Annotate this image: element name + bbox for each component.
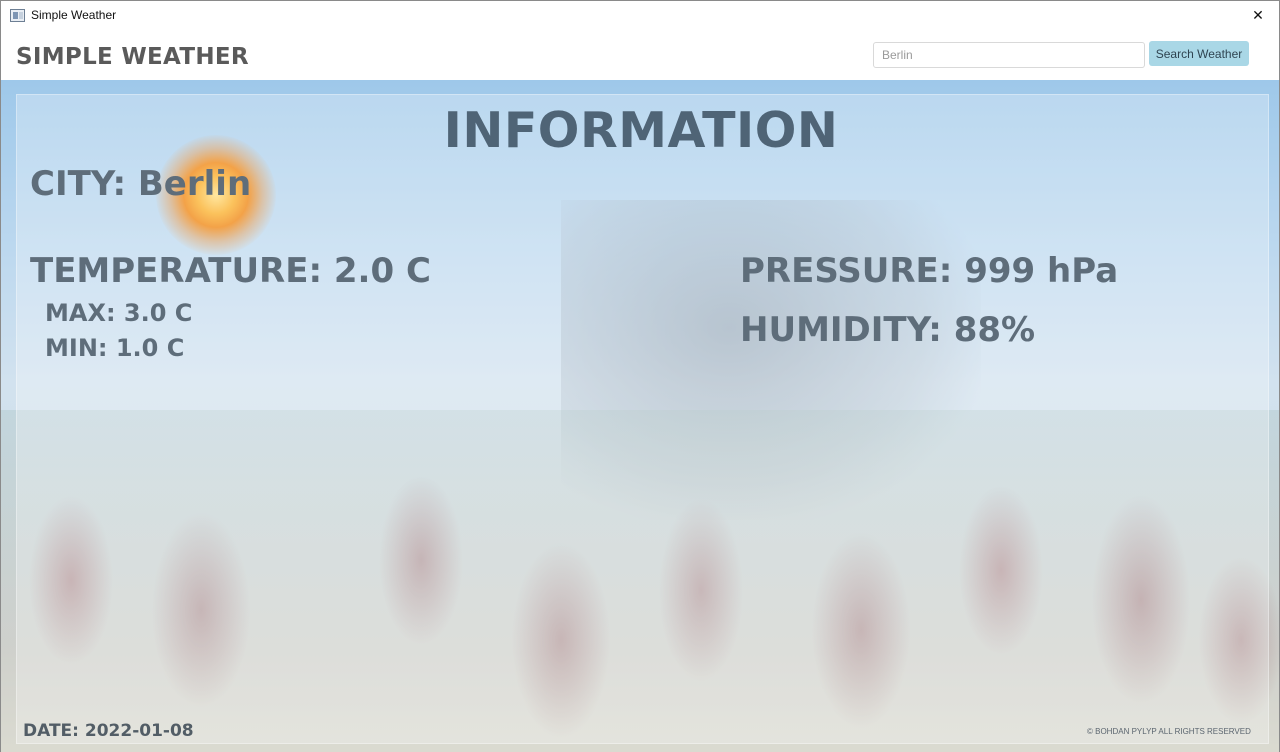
window-title: Simple Weather	[31, 8, 117, 22]
humidity-label: HUMIDITY: 88%	[740, 310, 1036, 350]
window-app-icon	[10, 9, 25, 22]
city-search-input[interactable]	[873, 42, 1145, 68]
copyright-notice: © BOHDAN PYLYP ALL RIGHTS RESERVED	[1087, 727, 1251, 736]
min-temperature-label: MIN: 1.0 C	[45, 334, 185, 362]
temperature-label: TEMPERATURE: 2.0 C	[30, 251, 431, 291]
max-temperature-label: MAX: 3.0 C	[45, 299, 193, 327]
search-weather-button[interactable]: Search Weather	[1149, 41, 1249, 66]
app-brand: SIMPLE WEATHER	[16, 44, 249, 70]
weather-background: INFORMATION CITY: Berlin TEMPERATURE: 2.…	[1, 80, 1279, 752]
pressure-label: PRESSURE: 999 hPa	[740, 251, 1119, 291]
app-window: Simple Weather ✕ SIMPLE WEATHER Search W…	[0, 0, 1280, 752]
app-header: SIMPLE WEATHER Search Weather	[1, 31, 1279, 80]
close-icon: ✕	[1252, 8, 1264, 24]
city-label: CITY: Berlin	[30, 164, 252, 204]
date-label: DATE: 2022-01-08	[23, 721, 194, 741]
information-title: INFORMATION	[443, 102, 839, 159]
close-button[interactable]: ✕	[1235, 1, 1280, 31]
title-bar[interactable]: Simple Weather ✕	[1, 1, 1280, 271]
